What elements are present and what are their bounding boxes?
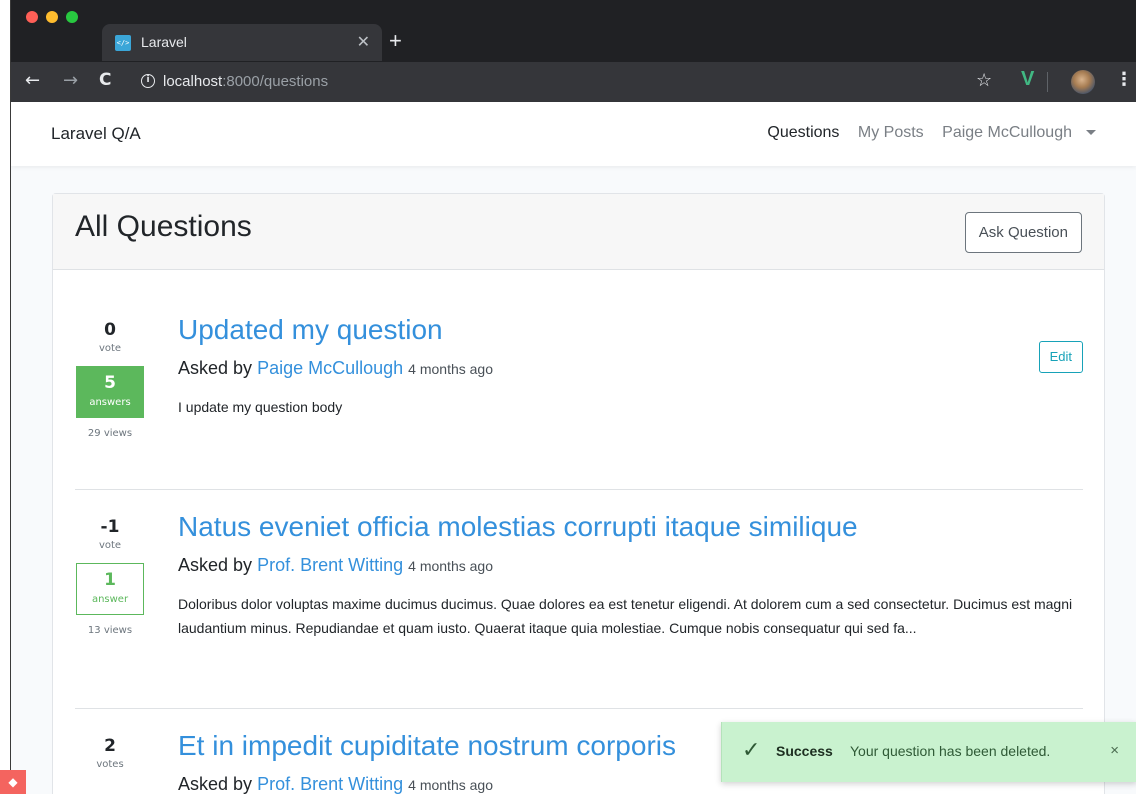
asked-ago: 4 months ago (408, 558, 493, 574)
toast-close-icon[interactable]: × (1110, 742, 1119, 759)
question-title-link[interactable]: Natus eveniet officia molestias corrupti… (178, 511, 1083, 543)
new-tab-icon[interactable]: + (389, 28, 402, 54)
browser-tab[interactable]: </> Laravel ✕ (102, 24, 382, 61)
card-header: All Questions Ask Question (53, 194, 1104, 270)
browser-menu-icon[interactable]: ⋮ (1115, 69, 1133, 90)
browser-window: </> Laravel ✕ + ← → C i localhost:8000/q… (10, 0, 1136, 794)
tab-title: Laravel (141, 34, 187, 50)
tab-close-icon[interactable]: ✕ (357, 32, 370, 51)
answer-count-badge: 5 answers (76, 366, 144, 418)
author-link[interactable]: Prof. Brent Witting (257, 555, 403, 575)
user-menu-dropdown[interactable]: Paige McCullough (942, 124, 1096, 141)
nav-my-posts-link[interactable]: My Posts (858, 124, 924, 141)
questions-card: All Questions Ask Question 0 vote 5 answ… (52, 193, 1105, 794)
question-excerpt: Doloribus dolor voluptas maxime ducimus … (178, 596, 1073, 636)
vote-count: 2 (104, 736, 116, 756)
vote-label: vote (98, 540, 122, 551)
question-body: Natus eveniet officia molestias corrupti… (178, 511, 1083, 640)
edit-button[interactable]: Edit (1038, 341, 1083, 373)
maximize-window-icon[interactable] (66, 11, 78, 23)
favicon-icon: </> (115, 35, 131, 51)
asked-by-label: Asked by (178, 358, 253, 378)
answer-label: answers (89, 397, 131, 408)
brand-link[interactable]: Laravel Q/A (51, 124, 141, 144)
asked-by-label: Asked by (178, 774, 253, 794)
url-text[interactable]: localhost:8000/questions (163, 73, 328, 90)
question-excerpt: I update my question body (178, 399, 343, 415)
reload-icon[interactable]: C (99, 70, 111, 90)
question-counters: 0 vote 5 answers 29 views (75, 320, 145, 439)
question-counters: 2 votes (75, 736, 145, 770)
close-window-icon[interactable] (26, 11, 38, 23)
forward-icon[interactable]: → (63, 70, 78, 91)
asked-ago: 4 months ago (408, 361, 494, 377)
nav-questions-link[interactable]: Questions (767, 124, 839, 141)
success-toast: ✓ Success Your question has been deleted… (721, 722, 1136, 782)
asked-ago: 4 months ago (408, 777, 493, 793)
author-link[interactable]: Prof. Brent Witting (257, 774, 403, 794)
page-title: All Questions (75, 210, 252, 243)
view-count: 13 views (87, 625, 133, 636)
minimize-window-icon[interactable] (46, 11, 58, 23)
answer-label: answer (91, 594, 129, 605)
user-name: Paige McCullough (942, 124, 1072, 141)
answer-count: 5 (104, 373, 116, 393)
view-count: 29 views (87, 428, 133, 439)
toolbar-divider (1047, 72, 1048, 92)
vote-label: vote (98, 343, 122, 354)
toast-title: Success (776, 743, 833, 759)
back-icon[interactable]: ← (25, 70, 40, 91)
question-title-link[interactable]: Updated my question (178, 314, 1083, 346)
info-icon[interactable]: i (141, 74, 155, 88)
vote-count: -1 (100, 517, 120, 537)
vote-count: 0 (104, 320, 116, 340)
browser-toolbar: ← → C i localhost:8000/questions ☆ V ⋮ (11, 62, 1136, 102)
toast-message: Your question has been deleted. (850, 743, 1051, 759)
question-body: Updated my question Asked by Paige McCul… (178, 314, 1083, 419)
app-navbar: Laravel Q/A Questions My Posts Paige McC… (11, 102, 1136, 166)
answer-count-badge: 1 answer (76, 563, 144, 615)
checkmark-icon: ✓ (742, 737, 761, 762)
profile-avatar[interactable] (1071, 70, 1095, 94)
app-logo-icon[interactable]: ◆ (0, 770, 26, 794)
answer-count: 1 (104, 570, 116, 590)
asked-by-label: Asked by (178, 555, 253, 575)
vote-label: votes (96, 759, 124, 770)
vue-devtools-icon[interactable]: V (1021, 68, 1034, 91)
question-meta: Asked by Paige McCullough 4 months ago (178, 358, 1083, 379)
question-counters: -1 vote 1 answer 13 views (75, 517, 145, 636)
ask-question-button[interactable]: Ask Question (964, 212, 1082, 253)
caret-down-icon (1086, 130, 1096, 136)
question-meta: Asked by Prof. Brent Witting 4 months ag… (178, 555, 1083, 576)
address-bar[interactable]: i localhost:8000/questions (131, 66, 971, 98)
bookmark-star-icon[interactable]: ☆ (976, 70, 992, 91)
question-item: -1 vote 1 answer 13 views Natus eveniet … (75, 491, 1083, 709)
author-link[interactable]: Paige McCullough (257, 358, 403, 378)
question-item: 0 vote 5 answers 29 views Updated my que… (75, 294, 1083, 490)
nav-links: Questions My Posts Paige McCullough (753, 124, 1096, 142)
